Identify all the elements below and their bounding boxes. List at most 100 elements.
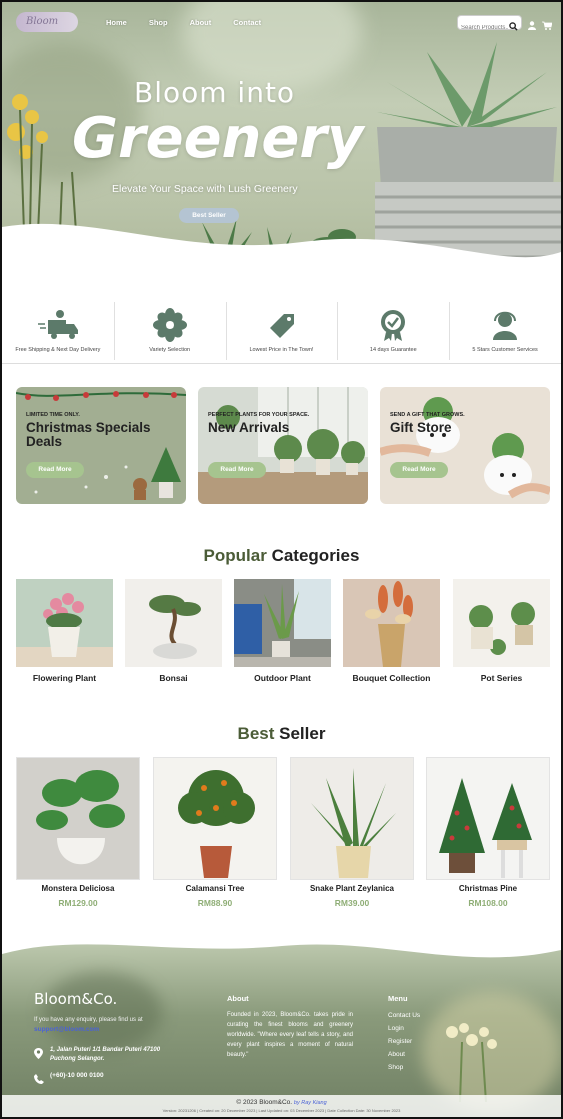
- product-price: RM39.00: [334, 898, 370, 908]
- feature-shipping: Free Shipping & Next Day Delivery: [2, 300, 114, 363]
- read-more-button[interactable]: Read More: [208, 462, 266, 478]
- read-more-button[interactable]: Read More: [390, 462, 448, 478]
- snake-plant-image: [290, 757, 414, 880]
- promo-gift-store[interactable]: SEND A GIFT THAT GROWS. Gift Store Read …: [380, 387, 550, 504]
- footer: Bloom&Co. If you have any enquiry, pleas…: [2, 932, 561, 1117]
- search-icon[interactable]: [509, 18, 518, 36]
- categories-heading-rest: Categories: [271, 546, 360, 565]
- promo-tag: SEND A GIFT THAT GROWS.: [390, 412, 465, 418]
- new-arrivals-banner-image: [198, 387, 368, 504]
- feature-guarantee: 14 days Guarantee: [337, 300, 449, 363]
- price-tag-icon: [270, 314, 295, 338]
- best-seller-heading-rest: Seller: [279, 724, 326, 743]
- product-name: Snake Plant Zeylanica: [309, 884, 395, 893]
- customer-service-icon: [493, 311, 518, 340]
- monstera-image: [16, 757, 140, 880]
- christmas-pine-image: [426, 757, 550, 880]
- phone-icon: [34, 1071, 44, 1089]
- hero-title-line2: Greenery: [72, 106, 364, 171]
- promo-tag: PERFECT PLANTS FOR YOUR SPACE.: [208, 412, 310, 418]
- hero-wave-divider: [2, 223, 561, 294]
- footer-flowers-image: [446, 1023, 497, 1102]
- flowering-plant-image: [16, 579, 113, 667]
- search-input[interactable]: [458, 21, 508, 35]
- footer-email-link[interactable]: support@bloom.com: [34, 1026, 99, 1033]
- category-card[interactable]: Flowering Plant: [16, 579, 113, 683]
- bouquet-collection-image: [343, 579, 440, 667]
- feature-label: 5 Stars Customer Services: [472, 347, 538, 353]
- copyright-text: © 2023 Bloom&Co.: [236, 1099, 293, 1106]
- product-name: Calamansi Tree: [185, 884, 245, 893]
- gift-store-banner-image: [380, 397, 550, 499]
- product-price: RM88.90: [197, 898, 233, 908]
- footer-brand: Bloom&Co.: [34, 990, 118, 1008]
- page-frame: Bloom Home Shop About Contact Bloom into…: [0, 0, 563, 1119]
- hero-subtitle: Elevate Your Space with Lush Greenery: [112, 183, 298, 195]
- feature-label: Lowest Price in The Town!: [249, 347, 314, 353]
- flower-icon: [152, 308, 187, 342]
- footer-enquiry-text: If you have any enquiry, please find us …: [34, 1017, 143, 1023]
- product-card[interactable]: Calamansi Tree RM88.90: [153, 757, 277, 908]
- hero-title-line1: Bloom into: [134, 76, 296, 109]
- footer-about-text: Founded in 2023, Bloom&Co. takes pride i…: [227, 1012, 353, 1058]
- search-box: [457, 15, 522, 35]
- copyright-bar: © 2023 Bloom&Co. by Ray Kiang Version: 2…: [2, 1095, 561, 1117]
- category-card[interactable]: Outdoor Plant: [234, 579, 331, 683]
- delivery-truck-icon: [37, 310, 78, 339]
- product-card[interactable]: Monstera Deliciosa RM129.00: [16, 757, 140, 908]
- product-price: RM108.00: [468, 898, 508, 908]
- categories-heading: Popular Categories: [2, 546, 561, 566]
- read-more-button[interactable]: Read More: [26, 462, 84, 478]
- guarantee-badge-icon: [381, 310, 406, 341]
- credit-text: by Ray Kiang: [293, 1100, 327, 1106]
- footer-menu: Contact Us Login Register About Shop: [388, 1012, 420, 1077]
- bonsai-image: [125, 579, 222, 667]
- cart-icon[interactable]: [542, 17, 553, 35]
- category-label: Bouquet Collection: [352, 673, 431, 683]
- category-label: Bonsai: [159, 673, 188, 683]
- promo-banners: LIMITED TIME ONLY. Christmas Specials De…: [16, 387, 550, 504]
- hero-section: Bloom Home Shop About Contact Bloom into…: [2, 2, 561, 294]
- promo-new-arrivals[interactable]: PERFECT PLANTS FOR YOUR SPACE. New Arriv…: [198, 387, 368, 504]
- footer-address: 1, Jalan Puteri 1/1 Bandar Puteri 47100 …: [50, 1047, 161, 1062]
- category-label: Flowering Plant: [32, 673, 97, 683]
- footer-link-shop[interactable]: Shop: [388, 1064, 420, 1071]
- feature-price: Lowest Price in The Town!: [225, 300, 338, 363]
- version-info: Version: 20231206 | Created on: 20 Decem…: [162, 1108, 401, 1113]
- footer-wave-divider: [2, 932, 561, 958]
- footer-link-contact-us[interactable]: Contact Us: [388, 1012, 420, 1019]
- category-label: Pot Series: [480, 673, 523, 683]
- main-nav: Home Shop About Contact: [106, 18, 283, 27]
- nav-home[interactable]: Home: [106, 18, 127, 27]
- promo-title: Gift Store: [390, 420, 452, 435]
- site-logo[interactable]: Bloom: [16, 12, 78, 32]
- footer-phone: (+60)-10 000 0100: [50, 1072, 104, 1079]
- product-card[interactable]: Snake Plant Zeylanica RM39.00: [290, 757, 414, 908]
- best-seller-button[interactable]: Best Seller: [179, 208, 239, 223]
- category-card[interactable]: Bonsai: [125, 579, 222, 683]
- feature-variety: Variety Selection: [113, 300, 226, 363]
- calamansi-tree-image: [153, 757, 277, 880]
- category-card[interactable]: Bouquet Collection: [343, 579, 440, 683]
- footer-link-register[interactable]: Register: [388, 1038, 420, 1045]
- nav-shop[interactable]: Shop: [149, 18, 168, 27]
- footer-link-about[interactable]: About: [388, 1051, 420, 1058]
- nav-contact[interactable]: Contact: [233, 18, 261, 27]
- feature-label: Variety Selection: [149, 347, 191, 353]
- product-card[interactable]: Christmas Pine RM108.00: [426, 757, 550, 908]
- categories-heading-accent: Popular: [203, 546, 267, 565]
- pot-series-image: [453, 579, 550, 667]
- promo-title: New Arrivals: [208, 420, 290, 435]
- promo-christmas[interactable]: LIMITED TIME ONLY. Christmas Specials De…: [16, 387, 186, 504]
- nav-about[interactable]: About: [190, 18, 212, 27]
- user-icon[interactable]: [528, 17, 536, 35]
- category-card[interactable]: Pot Series: [453, 579, 550, 683]
- category-label: Outdoor Plant: [254, 673, 311, 683]
- promo-title: Christmas Specials Deals: [26, 420, 151, 449]
- best-seller-grid: Monstera Deliciosa RM129.00 Calamansi Tr…: [16, 757, 550, 912]
- footer-link-login[interactable]: Login: [388, 1025, 420, 1032]
- outdoor-plant-image: [234, 579, 331, 667]
- feature-label: 14 days Guarantee: [369, 347, 417, 353]
- product-price: RM129.00: [58, 898, 98, 908]
- product-name: Christmas Pine: [458, 884, 518, 893]
